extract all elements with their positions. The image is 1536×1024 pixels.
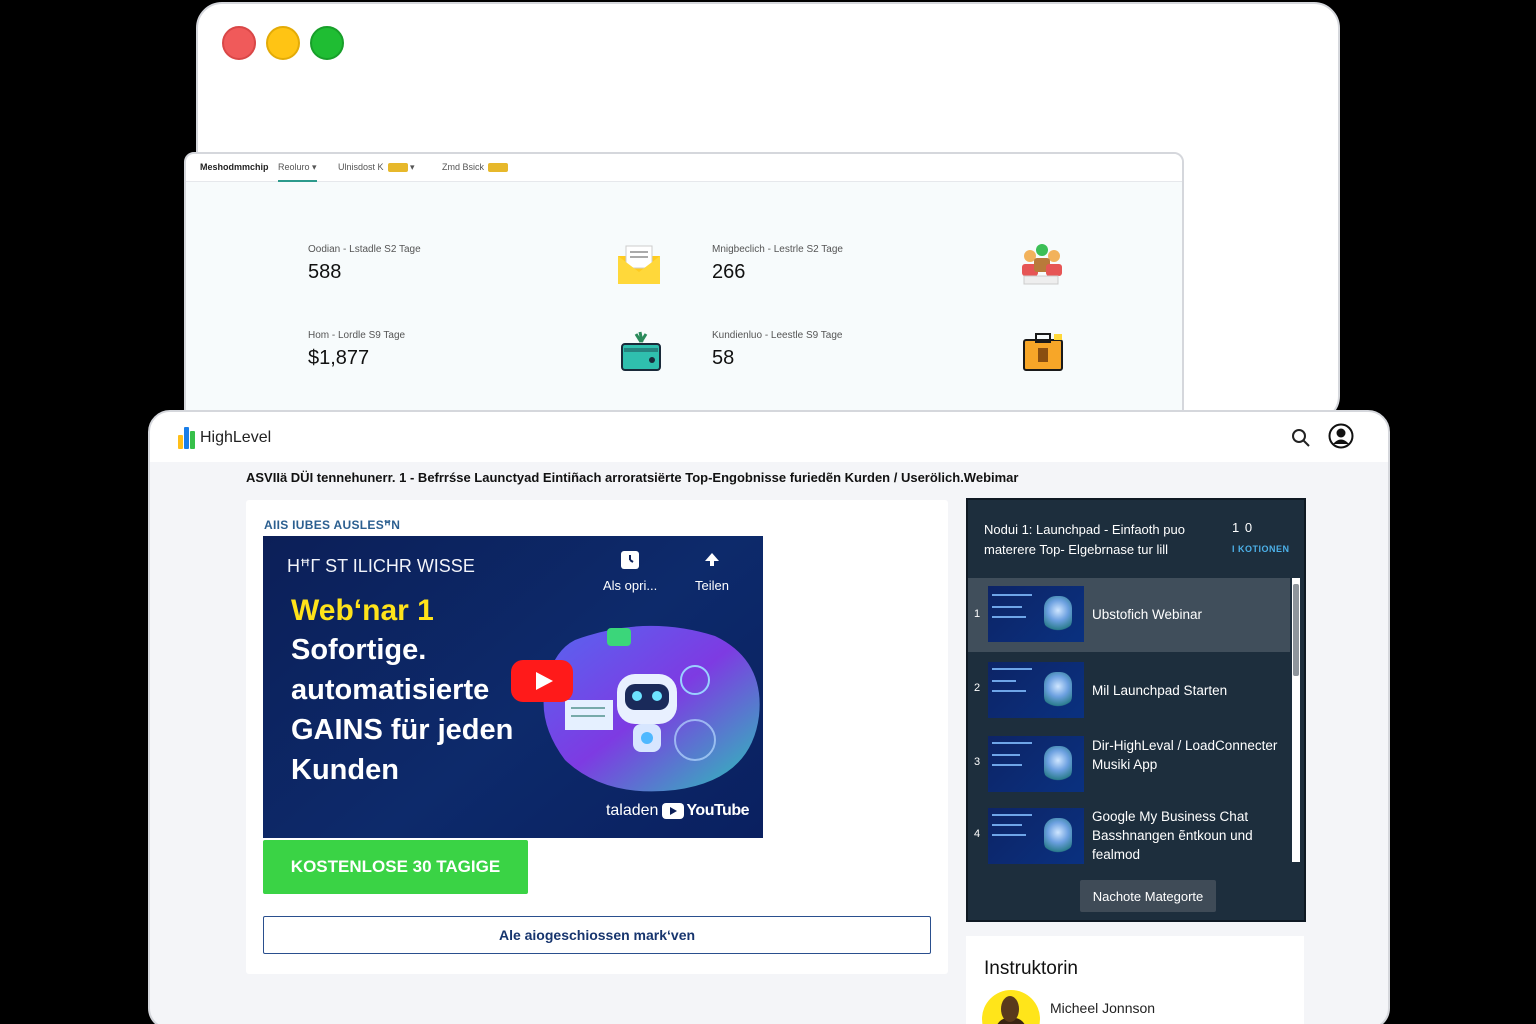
dashboard-window: Meshodmmchip Reoluro ▾ Ulnisdost K ▾ Zmd…	[184, 152, 1184, 432]
stat-value: 266	[712, 261, 746, 283]
dashboard-brand: Meshodmmchip	[200, 162, 269, 172]
lesson-number: 4	[974, 828, 981, 840]
next-category-button[interactable]: Nachote Mategorte	[1080, 880, 1216, 912]
people-group-icon	[1022, 244, 1062, 285]
lesson-thumbnail	[988, 808, 1084, 864]
maximize-window-dot[interactable]	[310, 26, 344, 60]
lesson-item-2[interactable]: 2 Mil Launchpad Starten	[968, 652, 1290, 726]
module-lessons-panel: Nodui 1: Launchpad - Einfaoth puo matere…	[966, 498, 1306, 922]
stat-label: Mnigbeclich - Lestrle S2 Tage	[712, 244, 843, 255]
top-bar: HighLevel	[150, 412, 1388, 462]
section-title: AIIS IUBES AUSLESꟸN	[264, 518, 401, 532]
mark-all-complete-button[interactable]: Ale aiogeschiossen markʻven	[263, 916, 931, 954]
lesson-title: Ubstofich Webinar	[1092, 607, 1203, 622]
user-account-icon[interactable]	[1328, 423, 1354, 449]
stat-label: Oodian - Lstadle S2 Tage	[308, 244, 421, 255]
lesson-thumbnail	[988, 586, 1084, 642]
lesson-title: Dir-HighLeval / LoadConnecter Musiki App	[1092, 738, 1278, 772]
video-top-text: HꟸГ ST ILICHR WISSE	[287, 556, 475, 576]
video-title-webinar: Webʻnar 1	[291, 594, 434, 627]
stat-value: 588	[308, 261, 342, 283]
youtube-watch-link[interactable]: taladen YouTube	[606, 802, 749, 820]
close-window-dot[interactable]	[222, 26, 256, 60]
lesson-number: 2	[974, 682, 981, 694]
video-player[interactable]: HꟸГ ST ILICHR WISSE Webʻnar 1 Sofortige.…	[263, 536, 763, 838]
robot-illustration-icon	[543, 625, 760, 792]
highlevel-logo-icon	[178, 427, 196, 449]
lesson-list-scrollbar[interactable]	[1292, 578, 1300, 862]
stat-value: 58	[712, 347, 735, 369]
stat-card-2: Mnigbeclich - Lestrle S2 Tage 266	[712, 244, 843, 284]
stat-card-3: Hom - Lordle S9 Tage $1,877	[308, 330, 405, 370]
watch-later-label: Als opri...	[603, 578, 658, 593]
youtube-wordmark: YouTube	[686, 802, 749, 819]
mail-envelope-icon	[618, 245, 660, 284]
clock-icon	[621, 551, 640, 569]
minimize-window-dot[interactable]	[266, 26, 300, 60]
lesson-item-4[interactable]: 4 Google My Business Chat Basshnangen ẽn…	[968, 800, 1290, 874]
lesson-item-1[interactable]: 1 Ubstofich Webinar	[968, 578, 1290, 652]
lesson-item-3[interactable]: 3 Dir-HighLeval / LoadConnecter Musiki A…	[968, 726, 1290, 800]
lesson-count: 1 0	[1232, 520, 1254, 535]
youtube-logo-icon	[662, 803, 685, 819]
youtube-play-button[interactable]	[511, 660, 573, 702]
instructor-heading: Instruktorin	[984, 958, 1078, 979]
instructor-card: Instruktorin Micheel Jonnson	[966, 936, 1304, 1024]
lesson-count-label: I KOTIONEN	[1232, 544, 1290, 554]
highlevel-logo[interactable]: HighLevel	[178, 427, 271, 449]
share-label: Teilen	[695, 578, 729, 593]
share-button[interactable]: Teilen	[695, 550, 729, 593]
lesson-thumbnail	[988, 662, 1084, 718]
instructor-name[interactable]: Micheel Jonnson	[1050, 1000, 1155, 1016]
briefcase-icon	[1023, 333, 1063, 371]
stat-card-4: Kundienluo - Leestle S9 Tage 58	[712, 330, 842, 370]
video-title-line: Sofortige.	[291, 634, 427, 666]
logo-text: HighLevel	[200, 429, 272, 446]
free-trial-button[interactable]: KOSTENLOSE 30 TAGIGE	[263, 840, 528, 894]
highlevel-course-window: HighLevel ASVIIä DÜI tennehunerr. 1 - Be…	[148, 410, 1390, 1024]
wallet-icon	[621, 331, 661, 371]
video-title-line: Kunden	[291, 754, 399, 786]
breadcrumb[interactable]: ASVIIä DÜI tennehunerr. 1 - Befrrśse Lau…	[246, 470, 1018, 485]
stat-card-1: Oodian - Lstadle S2 Tage 588	[308, 244, 421, 284]
youtube-prefix: taladen	[605, 802, 659, 819]
lesson-title: Mil Launchpad Starten	[1092, 683, 1228, 698]
stat-label: Kundienluo - Leestle S9 Tage	[712, 330, 843, 341]
module-header: Nodui 1: Launchpad - Einfaoth puo matere…	[968, 500, 1304, 578]
dashboard-nav-item-1[interactable]: Reoluro ▾	[278, 162, 317, 182]
lesson-number: 1	[974, 608, 981, 620]
scrollbar-thumb[interactable]	[1293, 584, 1299, 676]
screenshot-stage: Meshodmmchip Reoluro ▾ Ulnisdost K ▾ Zmd…	[0, 0, 1536, 1024]
share-arrow-icon	[704, 553, 719, 566]
stat-label: Hom - Lordle S9 Tage	[308, 330, 406, 341]
dashboard-nav: Meshodmmchip Reoluro ▾ Ulnisdost K ▾ Zmd…	[186, 154, 1182, 182]
lesson-content-card: AIIS IUBES AUSLESꟸN HꟸГ ST ILICHR WISSE …	[246, 500, 948, 974]
watch-later-button[interactable]: Als opri...	[603, 550, 657, 593]
module-title: Nodui 1: Launchpad - Einfaoth puo matere…	[984, 522, 1185, 557]
search-icon[interactable]	[1290, 427, 1312, 449]
dashboard-nav-item-2[interactable]: Ulnisdost K ▾	[338, 162, 415, 173]
dashboard-nav-item-3[interactable]: Zmd Bsick	[442, 162, 509, 173]
video-title-line: GAINS für jeden	[291, 714, 514, 746]
lesson-title: Google My Business Chat Basshnangen ẽntk…	[1092, 809, 1253, 862]
video-title-line: automatisierte	[291, 674, 490, 706]
instructor-avatar[interactable]	[982, 990, 1040, 1024]
lesson-thumbnail	[988, 736, 1084, 792]
stat-value: $1,877	[308, 347, 370, 369]
lesson-number: 3	[974, 756, 981, 768]
